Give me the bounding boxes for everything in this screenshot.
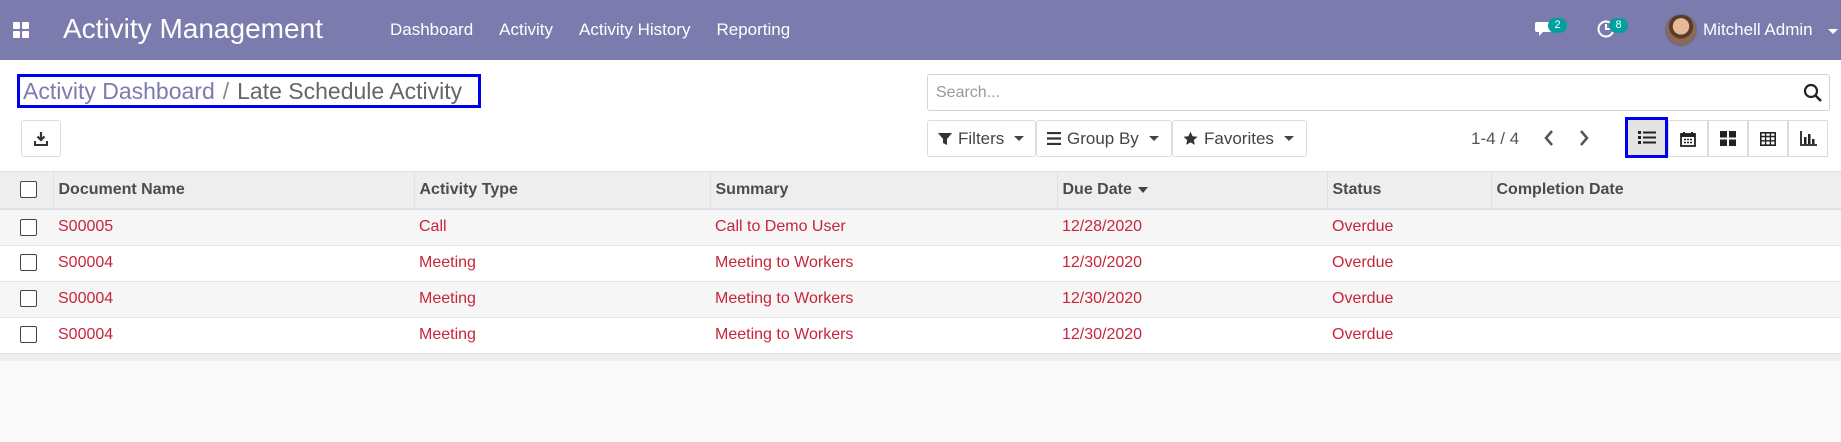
group-by-button[interactable]: Group By [1036, 120, 1172, 157]
pager-value[interactable]: 1-4 / 4 [1471, 129, 1519, 149]
search-box [927, 74, 1830, 111]
due-date-header-label: Due Date [1062, 181, 1132, 198]
table-row[interactable]: S00005 Call Call to Demo User 12/28/2020… [0, 208, 1841, 245]
status-cell[interactable]: Overdue [1327, 208, 1491, 245]
row-select-cell [0, 316, 53, 353]
activity-type-cell[interactable]: Meeting [414, 316, 710, 353]
summary-cell[interactable]: Meeting to Workers [710, 316, 1057, 353]
table-row[interactable]: S00004 Meeting Meeting to Workers 12/30/… [0, 244, 1841, 281]
due-date-cell[interactable]: 12/30/2020 [1057, 280, 1327, 317]
calendar-view-button[interactable] [1668, 120, 1708, 157]
row-select-cell [0, 280, 53, 317]
status-cell[interactable]: Overdue [1327, 244, 1491, 281]
document-name-cell[interactable]: S00005 [53, 208, 414, 245]
user-name[interactable]: Mitchell Admin [1703, 20, 1813, 40]
due-date-cell[interactable]: 12/30/2020 [1057, 244, 1327, 281]
menu-item-reporting[interactable]: Reporting [716, 20, 790, 40]
star-icon [1183, 131, 1198, 145]
activity-type-cell[interactable]: Call [414, 208, 710, 245]
select-all-cell [0, 172, 53, 210]
breadcrumb-current: Late Schedule Activity [237, 77, 463, 104]
column-header-activity-type[interactable]: Activity Type [413, 172, 710, 210]
row-checkbox[interactable] [20, 326, 37, 344]
document-name-cell[interactable]: S00004 [53, 244, 414, 281]
completion-date-cell[interactable] [1491, 316, 1841, 353]
row-checkbox[interactable] [20, 254, 37, 272]
column-header-summary[interactable]: Summary [709, 172, 1057, 210]
activities-badge: 8 [1609, 18, 1628, 33]
row-checkbox[interactable] [20, 290, 37, 308]
calendar-icon [1680, 131, 1696, 147]
document-name-cell[interactable]: S00004 [53, 316, 414, 353]
breadcrumb: Activity Dashboard / Late Schedule Activ… [17, 74, 481, 108]
due-date-cell[interactable]: 12/28/2020 [1057, 208, 1327, 245]
column-header-completion-date[interactable]: Completion Date [1490, 172, 1841, 210]
search-input[interactable] [936, 75, 1776, 110]
chevron-down-icon [1148, 136, 1159, 141]
filters-label: Filters [958, 128, 1005, 148]
chevron-down-icon [1283, 136, 1294, 141]
activity-list-table: Document Name Activity Type Summary Due … [0, 172, 1841, 361]
apps-menu-icon[interactable] [13, 22, 29, 38]
status-cell[interactable]: Overdue [1327, 280, 1491, 317]
sort-descending-icon [1137, 186, 1148, 193]
table-row[interactable]: S00004 Meeting Meeting to Workers 12/30/… [0, 316, 1841, 353]
pivot-view-button[interactable] [1748, 120, 1788, 157]
row-checkbox[interactable] [20, 218, 37, 236]
activity-type-cell[interactable]: Meeting [414, 280, 710, 317]
kanban-view-button[interactable] [1708, 120, 1748, 157]
menu-item-activity[interactable]: Activity [499, 20, 553, 40]
app-title[interactable]: Activity Management [63, 13, 323, 45]
favorites-button[interactable]: Favorites [1172, 120, 1307, 157]
user-menu-caret-icon[interactable] [1828, 29, 1838, 34]
control-panel: Activity Dashboard / Late Schedule Activ… [0, 60, 1841, 172]
row-select-cell [0, 208, 53, 245]
export-button[interactable] [21, 120, 61, 157]
graph-view-button[interactable] [1788, 120, 1828, 157]
bar-chart-icon [1799, 131, 1817, 146]
main-menu: Dashboard Activity Activity History Repo… [390, 0, 816, 60]
column-header-document-name[interactable]: Document Name [52, 172, 414, 210]
group-by-label: Group By [1067, 128, 1139, 148]
column-header-due-date[interactable]: Due Date [1056, 172, 1327, 210]
document-name-cell[interactable]: S00004 [53, 280, 414, 317]
completion-date-cell[interactable] [1491, 280, 1841, 317]
menu-item-activity-history[interactable]: Activity History [579, 20, 690, 40]
favorites-label: Favorites [1204, 128, 1274, 148]
download-icon [34, 131, 48, 146]
summary-cell[interactable]: Meeting to Workers [710, 244, 1057, 281]
table-footer-row [0, 352, 1841, 361]
user-avatar[interactable] [1665, 14, 1697, 46]
breadcrumb-separator: / [222, 77, 230, 104]
summary-cell[interactable]: Meeting to Workers [710, 280, 1057, 317]
chevron-down-icon [1014, 136, 1025, 141]
status-cell[interactable]: Overdue [1327, 316, 1491, 353]
due-date-cell[interactable]: 12/30/2020 [1057, 316, 1327, 353]
group-by-icon [1047, 132, 1061, 145]
breadcrumb-parent[interactable]: Activity Dashboard [23, 78, 215, 105]
menu-item-dashboard[interactable]: Dashboard [390, 20, 473, 40]
kanban-icon [1720, 131, 1736, 146]
table-row[interactable]: S00004 Meeting Meeting to Workers 12/30/… [0, 280, 1841, 317]
pager-previous-icon[interactable] [1543, 129, 1555, 147]
column-header-status[interactable]: Status [1326, 172, 1491, 210]
table-footer [0, 352, 1841, 361]
list-view-icon [1637, 131, 1656, 144]
select-all-checkbox[interactable] [20, 181, 37, 199]
completion-date-cell[interactable] [1491, 244, 1841, 281]
search-icon[interactable] [1803, 83, 1823, 103]
summary-cell[interactable]: Call to Demo User [710, 208, 1057, 245]
completion-date-cell[interactable] [1491, 208, 1841, 245]
row-select-cell [0, 244, 53, 281]
table-header-row: Document Name Activity Type Summary Due … [0, 172, 1841, 210]
pager-next-icon[interactable] [1578, 129, 1590, 147]
activity-type-cell[interactable]: Meeting [414, 244, 710, 281]
messages-badge: 2 [1548, 18, 1567, 33]
filters-button[interactable]: Filters [927, 120, 1036, 157]
list-view-button[interactable] [1625, 117, 1668, 158]
table-icon [1760, 131, 1776, 146]
top-navbar: Activity Management Dashboard Activity A… [0, 0, 1841, 60]
filter-icon [938, 132, 952, 145]
